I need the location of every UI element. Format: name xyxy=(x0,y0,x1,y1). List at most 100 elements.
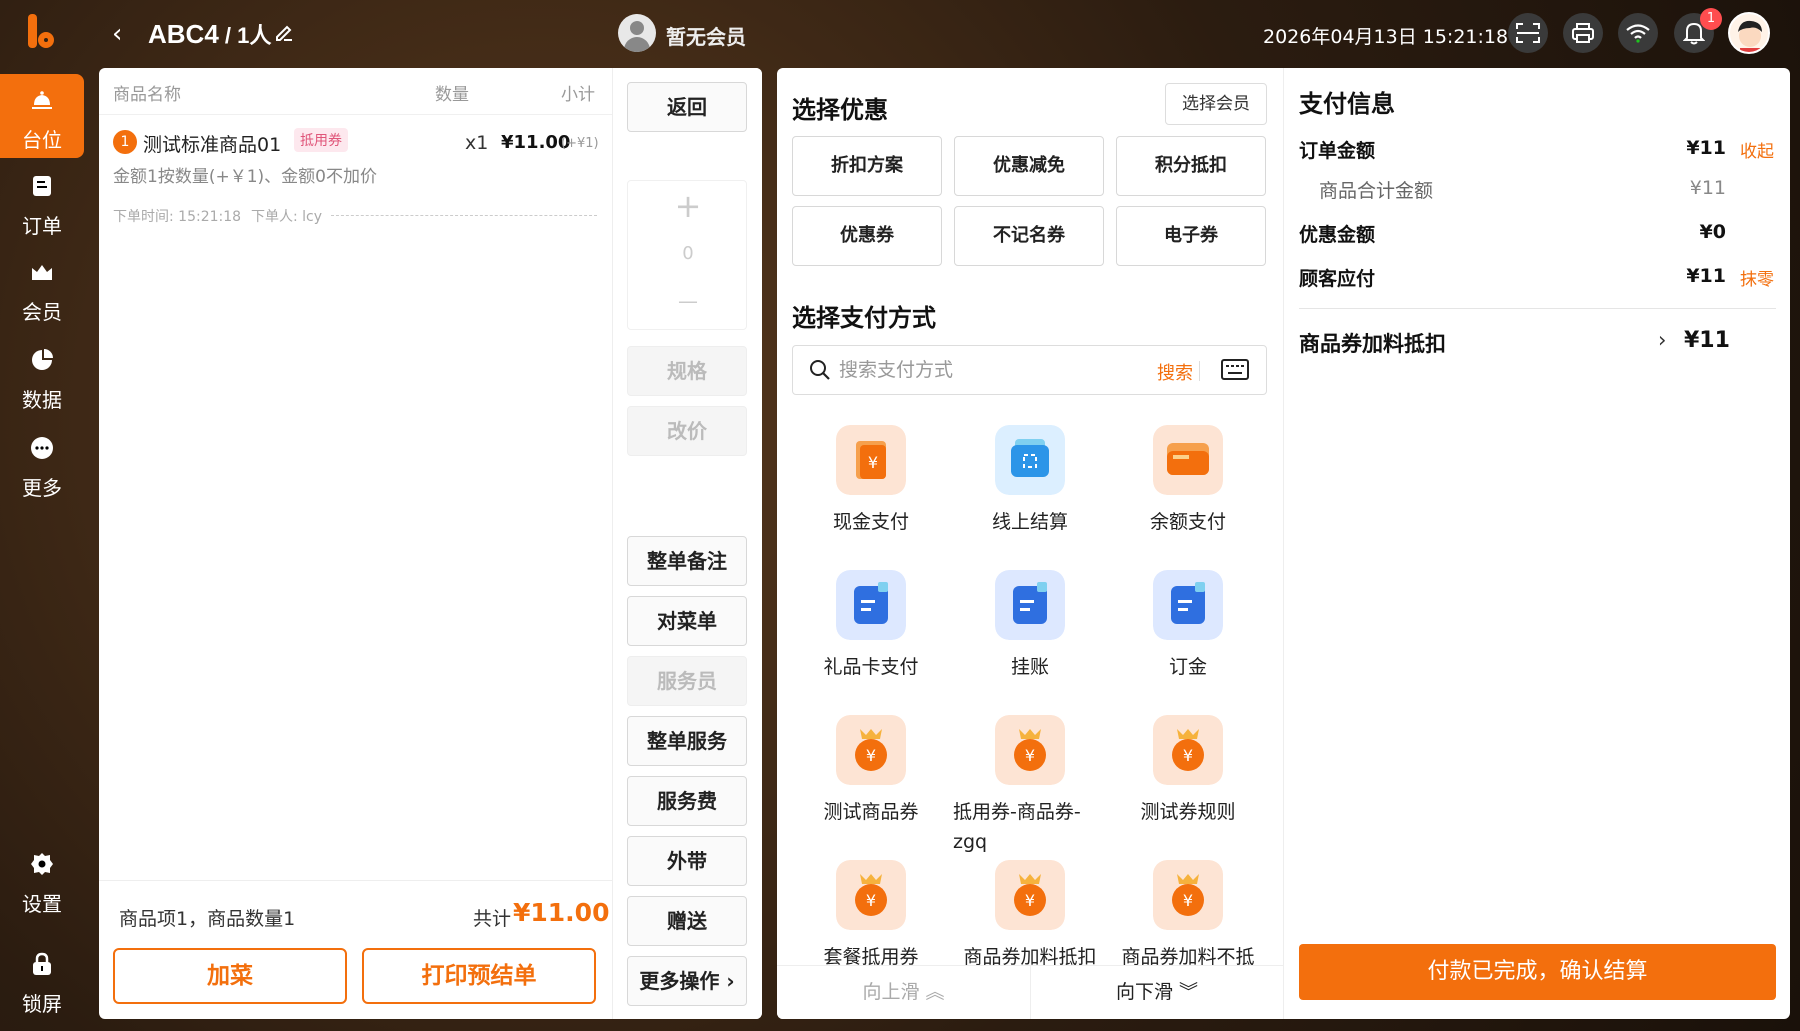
payment-panel: 选择优惠 选择会员 折扣方案 优惠减免 积分抵扣 优惠券 不记名券 电子券 选择… xyxy=(777,68,1283,1019)
money-bag-icon: ¥ xyxy=(1153,860,1223,930)
e-coupon-button[interactable]: 电子券 xyxy=(1116,206,1266,266)
pay-method-coupon-1[interactable]: ¥ 测试商品券 xyxy=(792,715,950,855)
nav-item-orders[interactable]: 订单 xyxy=(0,160,84,244)
check-menu-button[interactable]: 对菜单 xyxy=(627,596,747,646)
order-service-button[interactable]: 整单服务 xyxy=(627,716,747,766)
edit-icon[interactable] xyxy=(274,22,294,42)
more-actions-button[interactable]: 更多操作 › xyxy=(627,956,747,1006)
money-bag-icon: ¥ xyxy=(995,860,1065,930)
coupon-deduct-value: ¥11 xyxy=(1684,328,1730,353)
payment-search-box: 搜索 xyxy=(792,345,1267,395)
back-button[interactable]: 返回 xyxy=(627,82,747,132)
pay-method-credit[interactable]: 挂账 xyxy=(951,570,1109,710)
total-label: 共计 xyxy=(473,908,512,930)
divider xyxy=(99,880,612,881)
points-deduct-button[interactable]: 积分抵扣 xyxy=(1116,136,1266,196)
nav-item-more[interactable]: 更多 xyxy=(0,422,84,506)
svg-text:¥: ¥ xyxy=(866,891,876,910)
online-pay-icon xyxy=(995,425,1065,495)
printer-icon[interactable] xyxy=(1563,13,1603,53)
order-amount-label: 订单金额 xyxy=(1299,140,1376,162)
money-bag-icon: ¥ xyxy=(995,715,1065,785)
collapse-link[interactable]: 收起 xyxy=(1740,137,1774,162)
pay-method-balance[interactable]: 余额支付 xyxy=(1109,425,1267,565)
order-note-button[interactable]: 整单备注 xyxy=(627,536,747,586)
scroll-down-button[interactable]: 向下滑 ︾ xyxy=(1030,966,1283,1019)
payment-method-title: 选择支付方式 xyxy=(792,304,936,332)
crown-icon xyxy=(32,265,52,280)
user-avatar[interactable] xyxy=(1728,12,1770,54)
member-avatar[interactable] xyxy=(618,14,656,52)
lock-icon xyxy=(33,952,51,975)
confirm-settle-button[interactable]: 付款已完成，确认结算 xyxy=(1299,944,1776,1000)
scan-icon[interactable] xyxy=(1508,13,1548,53)
item-index: 1 xyxy=(113,130,137,154)
svg-text:¥: ¥ xyxy=(1183,891,1193,910)
print-prebill-button[interactable]: 打印预结单 xyxy=(362,948,596,1004)
stepper-minus[interactable]: — xyxy=(628,289,748,313)
payment-info-title: 支付信息 xyxy=(1299,90,1395,118)
payment-search-input[interactable] xyxy=(839,354,1139,386)
pay-method-online[interactable]: 线上结算 xyxy=(951,425,1109,565)
scroll-up-button[interactable]: 向上滑 ︽ xyxy=(777,966,1030,1019)
divider xyxy=(1199,361,1200,381)
item-extra: (+¥1) xyxy=(561,136,599,151)
pay-method-deposit[interactable]: 订金 xyxy=(1109,570,1267,710)
scroll-controls: 向上滑 ︽ 向下滑 ︾ xyxy=(777,965,1283,1019)
coupon-deduct-label: 商品券加料抵扣 xyxy=(1299,332,1446,356)
nav-item-lock[interactable]: 锁屏 xyxy=(0,938,84,1022)
payable-label: 顾客应付 xyxy=(1299,268,1376,290)
svg-text:¥: ¥ xyxy=(1025,891,1035,910)
coupon-tag: 抵用券 xyxy=(294,128,348,152)
order-list: 商品名称 数量 小计 1 测试标准商品01 抵用券 x1 ¥11.00 (+¥1… xyxy=(99,68,612,1018)
more-dots-icon xyxy=(31,437,53,459)
money-bag-icon: ¥ xyxy=(1153,715,1223,785)
nav-item-table[interactable]: 台位 xyxy=(0,74,84,158)
payable-amount: ¥11 xyxy=(1686,265,1726,287)
nav-item-data[interactable]: 数据 xyxy=(0,334,84,418)
pay-method-coupon-2[interactable]: ¥ 抵用券-商品券-zgq xyxy=(951,715,1109,855)
round-off-link[interactable]: 抹零 xyxy=(1740,265,1774,290)
waiter-button[interactable]: 服务员 xyxy=(627,656,747,706)
pay-method-cash[interactable]: ¥ 现金支付 xyxy=(792,425,950,565)
pie-chart-icon xyxy=(32,349,53,370)
chevron-right-icon: › xyxy=(1658,328,1667,352)
keyboard-icon[interactable] xyxy=(1221,358,1249,382)
deposit-icon xyxy=(1153,570,1223,640)
discount-reduce-button[interactable]: 优惠减免 xyxy=(954,136,1104,196)
bearer-coupon-button[interactable]: 不记名券 xyxy=(954,206,1104,266)
select-member-button[interactable]: 选择会员 xyxy=(1165,83,1267,125)
orderer: 下单人: lcy xyxy=(251,209,323,225)
table-title: ABC4 / 1人 xyxy=(148,19,272,49)
order-summary: 商品项1，商品数量1 xyxy=(119,908,296,930)
add-dish-button[interactable]: 加菜 xyxy=(113,948,347,1004)
col-header-name: 商品名称 xyxy=(113,85,181,105)
spec-button[interactable]: 规格 xyxy=(627,346,747,396)
nav-item-settings[interactable]: 设置 xyxy=(0,838,84,922)
wallet-icon xyxy=(1153,425,1223,495)
wifi-icon[interactable] xyxy=(1618,13,1658,53)
col-header-qty: 数量 xyxy=(435,85,469,105)
takeaway-button[interactable]: 外带 xyxy=(627,836,747,886)
stepper-plus[interactable]: + xyxy=(628,187,748,225)
top-bar: ‹ ABC4 / 1人 暂无会员 2026年04月13日 15:21:18 1 xyxy=(0,0,1800,68)
item-qty: x1 xyxy=(465,132,489,154)
gift-card-icon xyxy=(836,570,906,640)
back-arrow-icon[interactable]: ‹ xyxy=(112,20,122,48)
member-label[interactable]: 暂无会员 xyxy=(666,21,746,50)
service-fee-button[interactable]: 服务费 xyxy=(627,776,747,826)
total-value: ¥11.00 xyxy=(513,898,610,927)
pay-method-coupon-3[interactable]: ¥ 测试券规则 xyxy=(1109,715,1267,855)
search-button[interactable]: 搜索 xyxy=(1157,359,1193,385)
discount-scheme-button[interactable]: 折扣方案 xyxy=(792,136,942,196)
gift-button[interactable]: 赠送 xyxy=(627,896,747,946)
money-bag-icon: ¥ xyxy=(836,715,906,785)
change-price-button[interactable]: 改价 xyxy=(627,406,747,456)
credit-icon xyxy=(995,570,1065,640)
nav-item-members[interactable]: 会员 xyxy=(0,246,84,330)
coupon-button[interactable]: 优惠券 xyxy=(792,206,942,266)
pay-method-giftcard[interactable]: 礼品卡支付 xyxy=(792,570,950,710)
notification-badge: 1 xyxy=(1700,8,1722,30)
dashed-divider xyxy=(331,215,597,216)
divider xyxy=(1299,308,1776,309)
